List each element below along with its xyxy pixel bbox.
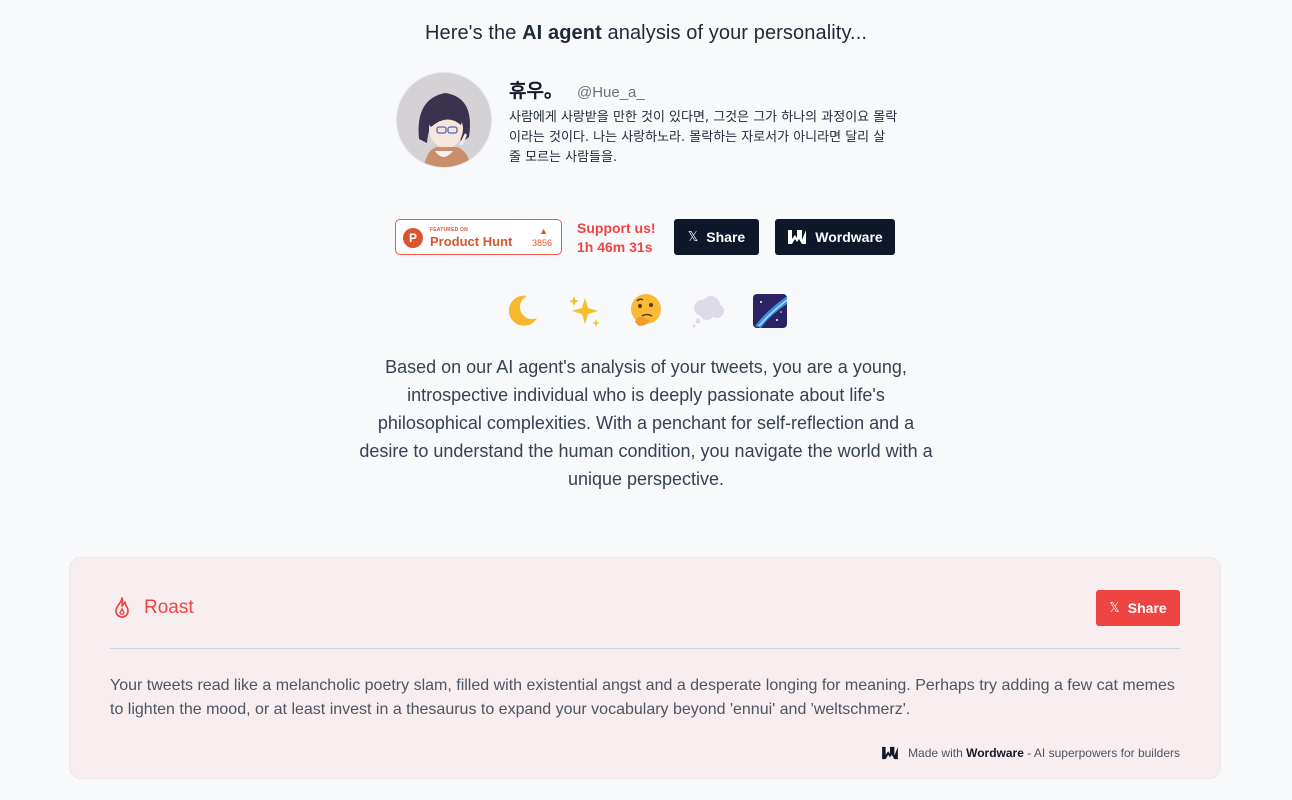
wordware-logo-icon [882,746,898,760]
producthunt-title: Product Hunt [430,234,513,249]
x-logo-icon: 𝕏 [687,229,699,244]
avatar[interactable] [396,72,492,168]
milky-way-icon [753,294,788,328]
roast-header: Roast [110,596,194,620]
profile-name: 휴우。 [509,80,563,102]
emoji-row [0,290,1292,330]
roast-title: Roast [144,597,194,618]
share-on-x-button[interactable]: 𝕏 Share [674,219,759,255]
support-countdown: Support us! 1h 46m 31s [577,219,656,257]
thinking-face-icon [631,294,661,326]
made-with-wordware-link[interactable]: Made with Wordware - AI superpowers for … [880,746,1180,760]
personality-summary: Based on our AI agent's analysis of your… [359,357,933,489]
upvote-triangle-icon: ▲ [539,226,548,236]
crescent-moon-icon [508,295,537,326]
countdown-timer: 1h 46m 31s [577,239,653,255]
producthunt-logo-icon: P [403,228,423,248]
profile-bio: 사람에게 사랑받을 만한 것이 있다면, 그것은 그가 하나의 과정이요 몰락이… [509,110,898,165]
flame-icon [115,597,129,618]
action-bar: P FEATURED ON Product Hunt ▲ 3856 Suppor… [395,219,915,255]
profile-header: 휴우。 @Hue_a_ [509,76,645,103]
wordware-logo-icon [788,230,807,244]
thought-balloon-icon [692,296,725,328]
roast-share-button[interactable]: 𝕏 Share [1096,590,1180,626]
support-label: Support us! [577,220,656,236]
page-title: Here's the AI agent analysis of your per… [424,22,868,44]
sparkles-icon [568,296,600,327]
wordware-button[interactable]: Wordware [775,219,895,255]
roast-card: Roast 𝕏 Share Your tweets read like a me… [69,557,1221,779]
profile-card: 휴우。 @Hue_a_ 사람에게 사랑받을 만한 것이 있다면, 그것은 그가 … [396,72,916,172]
producthunt-vote-count: 3856 [531,238,552,248]
roast-text: Your tweets read like a melancholic poet… [110,677,1175,718]
page: Here's the AI agent analysis of your per… [0,0,1292,800]
producthunt-featured-label: FEATURED ON [430,227,468,233]
producthunt-badge[interactable]: P FEATURED ON Product Hunt ▲ 3856 [395,219,562,255]
divider [110,648,1180,649]
profile-handle[interactable]: @Hue_a_ [577,84,645,101]
x-logo-icon: 𝕏 [1109,600,1120,615]
